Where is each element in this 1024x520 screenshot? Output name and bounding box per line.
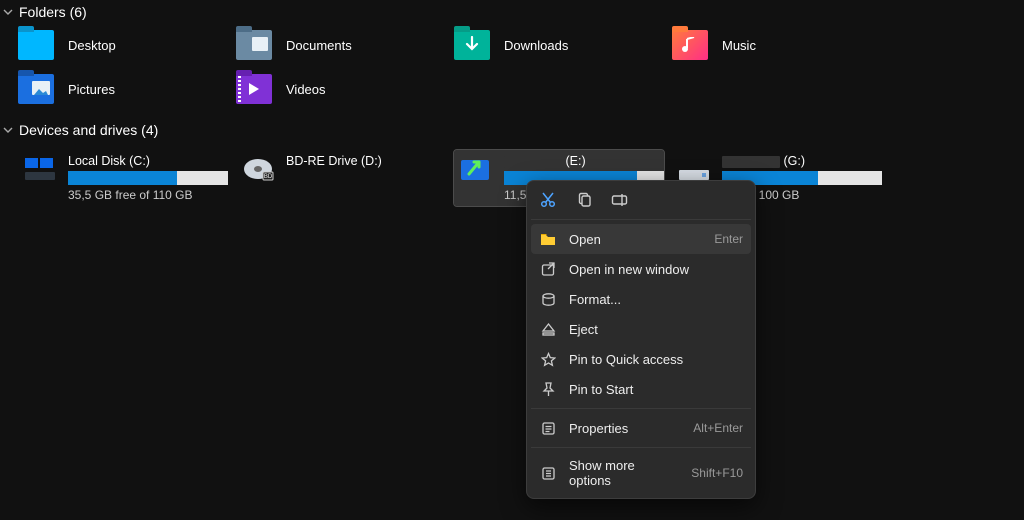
context-menu-separator	[531, 447, 751, 448]
context-menu-label: Format...	[569, 292, 743, 307]
open-folder-icon	[539, 230, 557, 248]
rename-icon[interactable]	[611, 191, 629, 209]
folder-label: Desktop	[68, 38, 116, 53]
folder-desktop[interactable]: Desktop	[18, 30, 228, 60]
folder-documents[interactable]: Documents	[236, 30, 446, 60]
folder-label: Music	[722, 38, 756, 53]
downloads-folder-icon	[454, 30, 490, 60]
context-menu-eject[interactable]: Eject	[531, 314, 751, 344]
videos-folder-icon	[236, 74, 272, 104]
drives-header-label: Devices and drives (4)	[19, 122, 158, 138]
chevron-down-icon	[2, 124, 14, 136]
drive-usage-bar	[68, 171, 228, 185]
context-menu-label: Open in new window	[569, 262, 743, 277]
folders-grid: Desktop Documents Downloads Music Pictur…	[0, 30, 1024, 104]
redacted-text	[504, 156, 562, 168]
drive-name: (G:)	[722, 154, 882, 168]
section-header-drives[interactable]: Devices and drives (4)	[0, 118, 1024, 142]
redacted-text	[722, 156, 780, 168]
section-header-folders[interactable]: Folders (6)	[0, 0, 1024, 24]
drives-grid: Local Disk (C:) 35,5 GB free of 110 GB B…	[0, 150, 1024, 206]
drive-free-text: 35,5 GB free of 110 GB	[68, 188, 228, 202]
folder-label: Downloads	[504, 38, 568, 53]
folder-music[interactable]: Music	[672, 30, 882, 60]
context-menu-open-new-window[interactable]: Open in new window	[531, 254, 751, 284]
context-menu-separator	[531, 408, 751, 409]
context-menu-format[interactable]: Format...	[531, 284, 751, 314]
context-menu-open[interactable]: Open Enter	[531, 224, 751, 254]
folder-label: Videos	[286, 82, 326, 97]
context-menu-action-row	[531, 185, 751, 215]
pin-icon	[539, 380, 557, 398]
folder-pictures[interactable]: Pictures	[18, 74, 228, 104]
pictures-folder-icon	[18, 74, 54, 104]
context-menu-label: Open	[569, 232, 702, 247]
bd-drive-icon: BD	[240, 154, 276, 184]
star-icon	[539, 350, 557, 368]
context-menu-label: Properties	[569, 421, 681, 436]
context-menu-properties[interactable]: Properties Alt+Enter	[531, 413, 751, 443]
folders-header-label: Folders (6)	[19, 4, 87, 20]
local-disk-icon	[22, 154, 58, 184]
drive-c[interactable]: Local Disk (C:) 35,5 GB free of 110 GB	[18, 150, 228, 206]
context-menu-pin-start[interactable]: Pin to Start	[531, 374, 751, 404]
drive-name: (E:)	[504, 154, 664, 168]
folder-label: Documents	[286, 38, 352, 53]
music-folder-icon	[672, 30, 708, 60]
open-new-window-icon	[539, 260, 557, 278]
cut-icon[interactable]	[539, 191, 557, 209]
context-menu-separator	[531, 219, 751, 220]
more-options-icon	[539, 464, 557, 482]
svg-text:BD: BD	[264, 174, 273, 180]
context-menu-shortcut: Shift+F10	[691, 466, 743, 480]
desktop-folder-icon	[18, 30, 54, 60]
chevron-down-icon	[2, 6, 14, 18]
format-icon	[539, 290, 557, 308]
drive-e-icon	[458, 154, 494, 184]
drive-d[interactable]: BD BD-RE Drive (D:)	[236, 150, 446, 206]
context-menu-label: Pin to Start	[569, 382, 743, 397]
context-menu-show-more[interactable]: Show more options Shift+F10	[531, 452, 751, 494]
drive-name: Local Disk (C:)	[68, 154, 228, 168]
copy-icon[interactable]	[575, 191, 593, 209]
folder-downloads[interactable]: Downloads	[454, 30, 664, 60]
context-menu-pin-quick-access[interactable]: Pin to Quick access	[531, 344, 751, 374]
context-menu: Open Enter Open in new window Format... …	[526, 180, 756, 499]
folder-videos[interactable]: Videos	[236, 74, 446, 104]
documents-folder-icon	[236, 30, 272, 60]
context-menu-shortcut: Alt+Enter	[693, 421, 743, 435]
eject-icon	[539, 320, 557, 338]
properties-icon	[539, 419, 557, 437]
context-menu-label: Pin to Quick access	[569, 352, 743, 367]
context-menu-shortcut: Enter	[714, 232, 743, 246]
context-menu-label: Show more options	[569, 458, 679, 488]
context-menu-label: Eject	[569, 322, 743, 337]
folder-label: Pictures	[68, 82, 115, 97]
drive-name: BD-RE Drive (D:)	[286, 154, 442, 168]
